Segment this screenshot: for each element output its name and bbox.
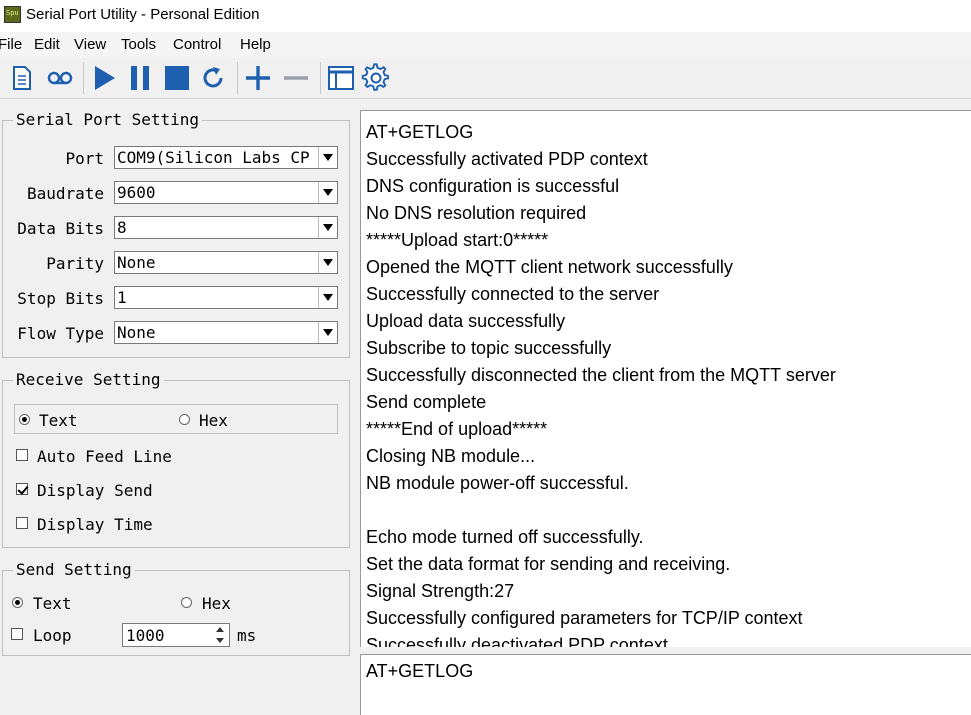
receive-hex-radio[interactable] xyxy=(179,414,190,425)
log-line: Subscribe to topic successfully xyxy=(366,338,612,358)
record-icon[interactable] xyxy=(44,62,76,94)
log-line: Set the data format for sending and rece… xyxy=(366,554,731,574)
log-line: Successfully connected to the server xyxy=(366,284,660,304)
minus-icon[interactable] xyxy=(280,62,312,94)
send-input-text: AT+GETLOG xyxy=(366,661,474,681)
baudrate-select[interactable]: 9600 xyxy=(114,181,338,204)
title-bar: Spu Serial Port Utility - Personal Editi… xyxy=(0,0,971,32)
log-line: *****End of upload***** xyxy=(366,419,548,439)
toolbar-separator xyxy=(320,62,321,94)
display-send-label: Display Send xyxy=(37,481,153,500)
app-logo-icon: Spu xyxy=(4,6,21,23)
stop-icon[interactable] xyxy=(161,62,193,94)
log-line: Closing NB module... xyxy=(366,446,536,466)
window-title: Serial Port Utility - Personal Edition xyxy=(26,6,260,23)
gear-icon[interactable] xyxy=(360,62,392,94)
document-icon[interactable] xyxy=(6,62,38,94)
parity-label: Parity xyxy=(46,254,104,273)
baudrate-label: Baudrate xyxy=(26,184,104,203)
port-select[interactable]: COM9(Silicon Labs CP xyxy=(114,146,338,169)
data-bits-label: Data Bits xyxy=(17,219,104,238)
log-line: Upload data successfully xyxy=(366,311,566,331)
flow-type-select[interactable]: None xyxy=(114,321,338,344)
port-label: Port xyxy=(65,149,104,168)
window-icon[interactable] xyxy=(325,62,357,94)
receive-text-label: Text xyxy=(39,411,78,430)
display-time-checkbox[interactable] xyxy=(16,517,28,529)
stop-bits-label: Stop Bits xyxy=(17,289,104,308)
data-bits-select[interactable]: 8 xyxy=(114,216,338,239)
refresh-icon[interactable] xyxy=(197,62,229,94)
parity-select[interactable]: None xyxy=(114,251,338,274)
receive-text-area[interactable]: AT+GETLOG Successfully activated PDP con… xyxy=(360,110,971,647)
menu-control[interactable]: Control xyxy=(173,36,221,53)
menu-edit[interactable]: Edit xyxy=(34,36,60,53)
interval-unit-label: ms xyxy=(237,626,257,645)
log-line: Signal Strength:27 xyxy=(366,581,515,601)
log-line: Send complete xyxy=(366,392,487,412)
chevron-down-icon[interactable] xyxy=(318,147,337,168)
chevron-down-icon[interactable] xyxy=(318,182,337,203)
receive-text-radio[interactable] xyxy=(19,414,30,425)
send-text-radio[interactable] xyxy=(12,597,23,608)
toolbar-separator xyxy=(83,62,84,94)
flow-type-label: Flow Type xyxy=(17,324,104,343)
menu-file[interactable]: File xyxy=(0,36,22,53)
add-icon[interactable] xyxy=(242,62,274,94)
loop-interval-value: 1000 xyxy=(126,626,165,645)
toolbar xyxy=(0,58,971,98)
log-line: DNS configuration is successful xyxy=(366,176,620,196)
auto-feed-line-label: Auto Feed Line xyxy=(37,447,172,466)
chevron-down-icon[interactable] xyxy=(318,217,337,238)
chevron-down-icon[interactable] xyxy=(318,252,337,273)
loop-interval-spinbox[interactable]: 1000 xyxy=(122,623,230,647)
chevron-down-icon[interactable] xyxy=(318,322,337,343)
menu-help[interactable]: Help xyxy=(240,36,271,53)
auto-feed-line-checkbox[interactable] xyxy=(16,449,28,461)
pause-icon[interactable] xyxy=(124,62,156,94)
log-line: No DNS resolution required xyxy=(366,203,587,223)
menu-view[interactable]: View xyxy=(74,36,106,53)
log-line: Successfully configured parameters for T… xyxy=(366,608,803,628)
menu-tools[interactable]: Tools xyxy=(121,36,156,53)
spin-up-icon[interactable] xyxy=(211,624,229,635)
spin-down-icon[interactable] xyxy=(211,635,229,646)
play-icon[interactable] xyxy=(88,62,120,94)
receive-setting-title: Receive Setting xyxy=(13,370,164,389)
log-line: AT+GETLOG xyxy=(366,122,474,142)
log-line: Successfully disconnected the client fro… xyxy=(366,365,836,385)
chevron-down-icon[interactable] xyxy=(318,287,337,308)
send-setting-title: Send Setting xyxy=(13,560,135,579)
send-text-label: Text xyxy=(33,594,72,613)
toolbar-divider xyxy=(0,98,971,99)
serial-port-setting-title: Serial Port Setting xyxy=(13,110,203,129)
log-line: Opened the MQTT client network successfu… xyxy=(366,257,733,277)
toolbar-separator xyxy=(237,62,238,94)
stop-bits-select[interactable]: 1 xyxy=(114,286,338,309)
display-send-checkbox[interactable] xyxy=(16,483,28,495)
log-line: Echo mode turned off successfully. xyxy=(366,527,644,547)
send-hex-label: Hex xyxy=(202,594,231,613)
loop-label: Loop xyxy=(33,626,72,645)
display-time-label: Display Time xyxy=(37,515,153,534)
loop-checkbox[interactable] xyxy=(11,628,23,640)
send-text-area[interactable]: AT+GETLOG xyxy=(360,654,971,715)
receive-hex-label: Hex xyxy=(199,411,228,430)
log-line: NB module power-off successful. xyxy=(366,473,629,493)
log-line: Successfully deactivated PDP context xyxy=(366,635,668,647)
log-line: *****Upload start:0***** xyxy=(366,230,549,250)
menu-bar: File Edit View Tools Control Help xyxy=(0,32,971,58)
log-line: Successfully activated PDP context xyxy=(366,149,648,169)
send-hex-radio[interactable] xyxy=(181,597,192,608)
